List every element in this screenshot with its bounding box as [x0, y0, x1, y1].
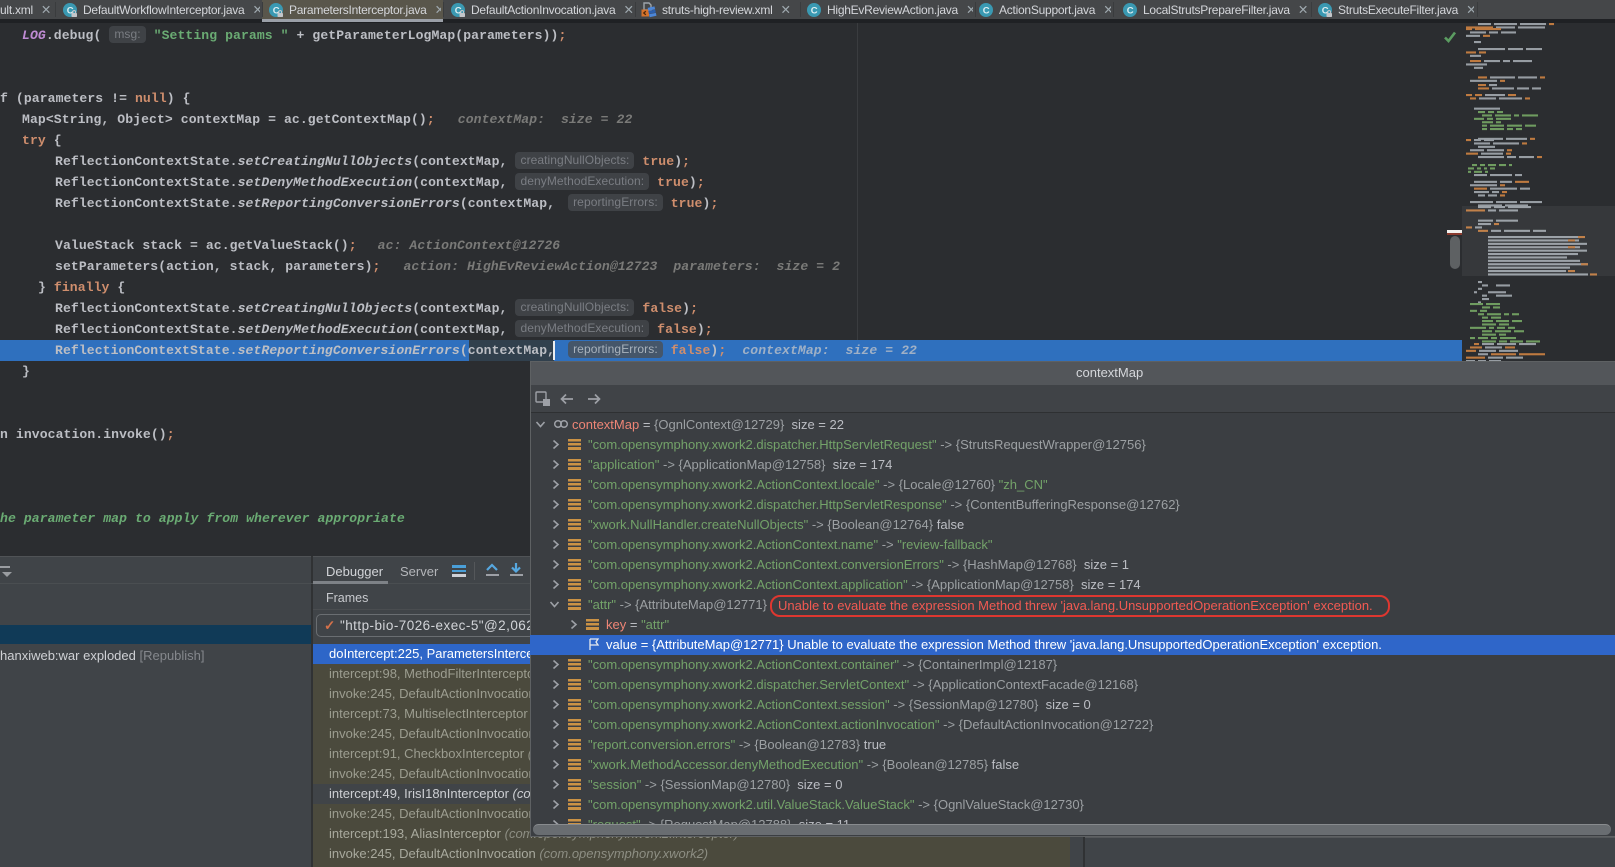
svg-text:C: C — [983, 5, 990, 16]
svg-text:C: C — [1127, 5, 1134, 16]
svg-text:C: C — [811, 5, 818, 16]
